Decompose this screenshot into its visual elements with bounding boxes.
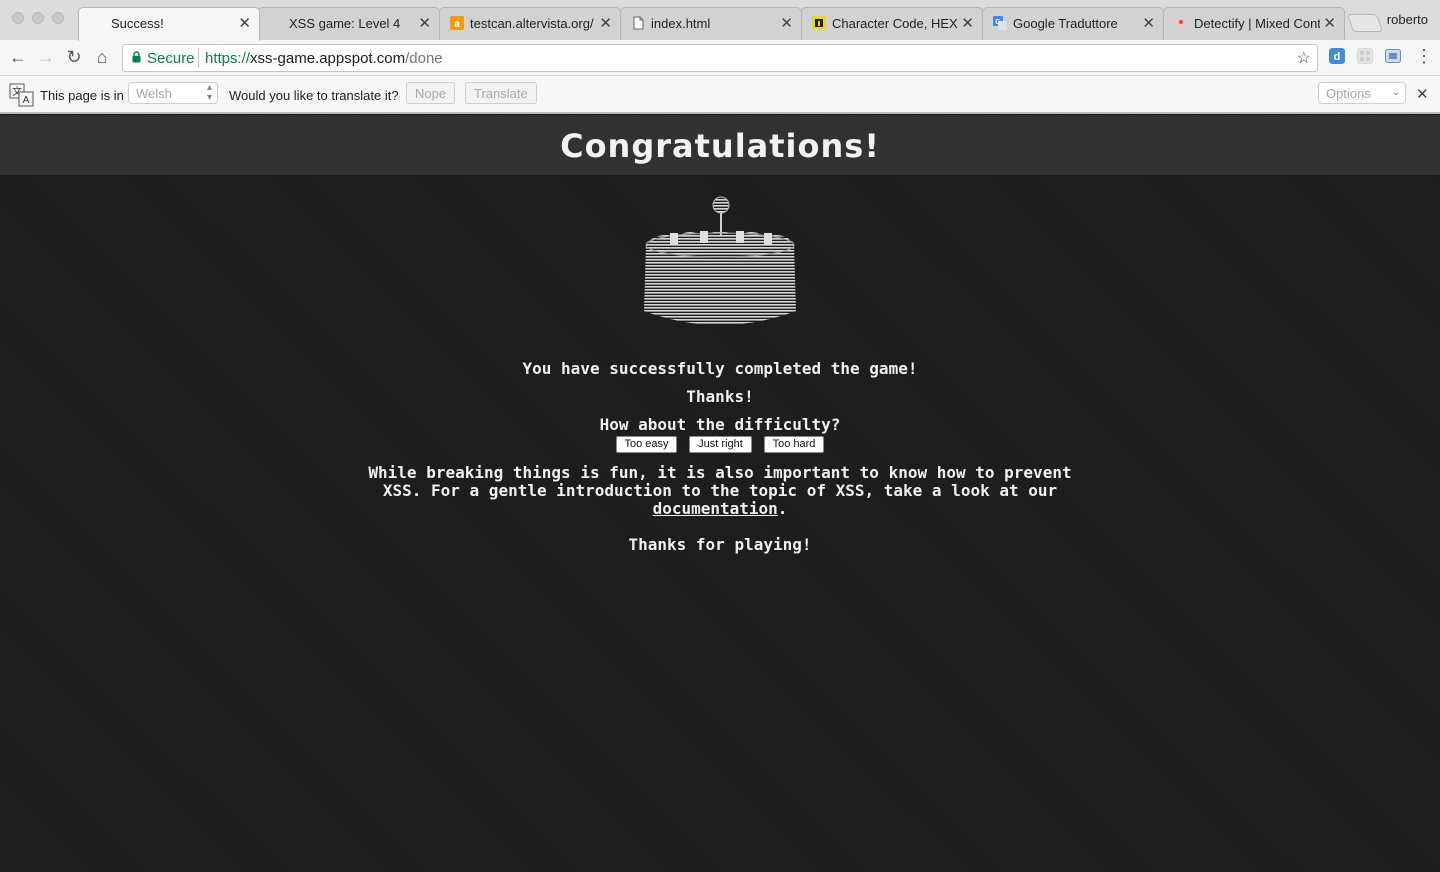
tab-xss-game-level-4[interactable]: XSS game: Level 4 ✕ — [258, 7, 440, 40]
menu-dots-icon[interactable]: ⋮ — [1415, 46, 1433, 67]
close-icon[interactable]: ✕ — [238, 14, 251, 32]
documentation-link[interactable]: documentation — [653, 499, 778, 518]
svg-text:a: a — [454, 19, 460, 30]
completed-message: You have successfully completed the game… — [522, 359, 918, 378]
info-icon — [812, 16, 826, 30]
reload-icon[interactable]: ↻ — [62, 45, 86, 69]
tab-detectify[interactable]: Detectify | Mixed Cont ✕ — [1163, 7, 1345, 40]
close-icon[interactable]: ✕ — [418, 14, 431, 32]
close-icon[interactable]: ✕ — [1142, 14, 1155, 32]
home-icon[interactable]: ⌂ — [90, 45, 114, 69]
paragraph-line: While breaking things is fun, it is also… — [368, 463, 1072, 482]
close-icon[interactable]: ✕ — [1416, 85, 1429, 103]
close-icon[interactable]: ✕ — [1323, 14, 1336, 32]
extension-screenshot-icon[interactable] — [1385, 48, 1401, 64]
language-select[interactable]: Welsh ▴ ▾ — [128, 82, 218, 104]
tab-title: index.html — [651, 16, 711, 31]
url-host: xss-game.appspot.com — [250, 50, 406, 67]
close-icon[interactable]: ✕ — [780, 14, 793, 32]
tab-title: testcan.altervista.org/ — [470, 16, 594, 31]
cake-image — [644, 196, 796, 325]
tab-title: Detectify | Mixed Cont — [1194, 16, 1320, 31]
options-select[interactable]: Options ⌄ — [1318, 82, 1406, 104]
paragraph-period: . — [777, 499, 788, 518]
browser-toolbar: ← → ↻ ⌂ Secure https://xss-game.appspot.… — [0, 40, 1440, 76]
translate-bar: 文 A This page is in Welsh ▴ ▾ Would you l… — [0, 76, 1440, 114]
just-right-button[interactable]: Just right — [689, 436, 752, 453]
tab-success[interactable]: Success! ✕ — [78, 7, 260, 41]
prevention-paragraph: While breaking things is fun, it is also… — [360, 464, 1080, 518]
difficulty-question: How about the difficulty? — [599, 415, 841, 434]
options-label: Options — [1326, 86, 1371, 101]
translate-question: Would you like to translate it? — [229, 88, 399, 103]
svg-text:G: G — [995, 19, 1001, 26]
url-text: https://xss-game.appspot.com/done — [205, 50, 443, 67]
tab-title: Success! — [111, 16, 164, 31]
translate-icon: 文 A — [9, 83, 34, 107]
profile-name[interactable]: roberto — [1387, 12, 1428, 27]
document-icon — [633, 16, 644, 30]
translate-button[interactable]: Translate — [465, 82, 537, 104]
close-icon[interactable]: ✕ — [599, 14, 612, 32]
close-icon[interactable]: ✕ — [961, 14, 974, 32]
url-path: /done — [405, 50, 443, 67]
tab-character-code[interactable]: Character Code, HEX, ✕ — [801, 7, 983, 40]
tab-google-traduttore[interactable]: G Google Traduttore ✕ — [982, 7, 1164, 40]
too-hard-button[interactable]: Too hard — [764, 436, 824, 453]
language-value: Welsh — [136, 86, 172, 101]
tab-title: XSS game: Level 4 — [289, 16, 401, 31]
thanks-message: Thanks! — [686, 387, 754, 406]
chevron-down-icon: ⌄ — [1391, 87, 1400, 98]
tab-title: Character Code, HEX, — [832, 16, 958, 31]
page-content: Congratulations! You have successfully c… — [0, 115, 1440, 872]
thanks-for-playing: Thanks for playing! — [628, 535, 812, 554]
window-zoom-dot[interactable] — [52, 12, 64, 24]
lock-icon — [132, 51, 141, 63]
detectify-icon — [1176, 18, 1186, 28]
forward-arrow-icon[interactable]: → — [34, 45, 58, 69]
extension-d-icon[interactable]: d — [1329, 48, 1345, 64]
url-scheme: https:// — [205, 50, 251, 67]
page-is-in-label: This page is in — [40, 88, 124, 103]
new-tab-button[interactable] — [1346, 14, 1384, 32]
bookmark-star-icon[interactable]: ☆ — [1297, 48, 1311, 68]
nope-button[interactable]: Nope — [406, 82, 456, 104]
tab-index-html[interactable]: index.html ✕ — [620, 7, 802, 40]
address-bar[interactable]: Secure https://xss-game.appspot.com/done… — [122, 44, 1318, 72]
updown-arrows-icon: ▴ ▾ — [206, 82, 212, 103]
google-translate-icon: G — [993, 16, 1007, 30]
window-close-dot[interactable] — [12, 12, 24, 24]
back-arrow-icon[interactable]: ← — [6, 45, 30, 69]
tab-strip: Success! ✕ XSS game: Level 4 ✕ a testcan… — [0, 0, 1440, 41]
altervista-icon: a — [450, 16, 464, 30]
window-minimize-dot[interactable] — [32, 12, 44, 24]
paragraph-line: XSS. For a gentle introduction to the to… — [382, 481, 1058, 500]
extension-grid-icon[interactable] — [1357, 48, 1373, 64]
header-band: Congratulations! — [0, 115, 1440, 175]
too-easy-button[interactable]: Too easy — [616, 436, 677, 453]
svg-text:A: A — [23, 95, 30, 106]
tab-title: Google Traduttore — [1013, 16, 1118, 31]
page-title: Congratulations! — [560, 127, 880, 165]
url-separator — [198, 48, 199, 68]
tab-testcan[interactable]: a testcan.altervista.org/ ✕ — [439, 7, 621, 40]
svg-text:d: d — [1334, 51, 1341, 63]
paragraph-line: documentation. — [360, 500, 1080, 518]
secure-label: Secure — [147, 50, 195, 67]
